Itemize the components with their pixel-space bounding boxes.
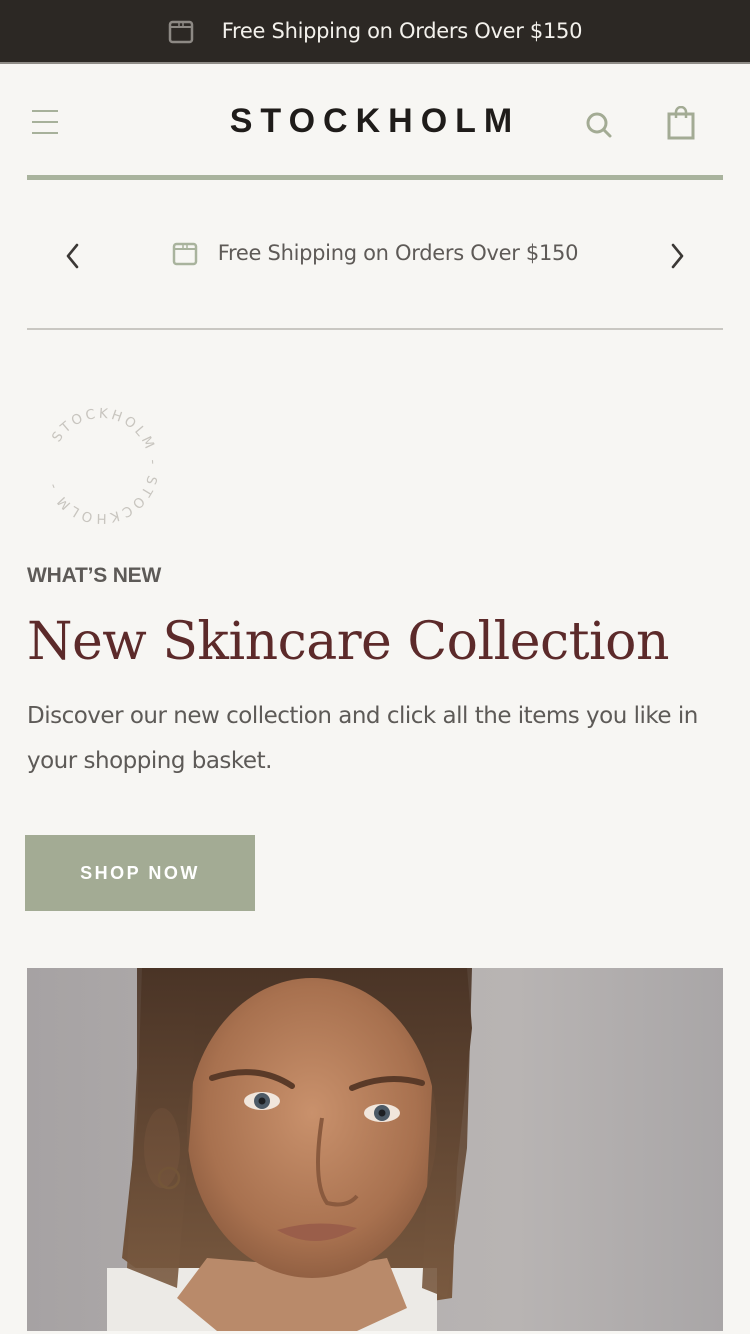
hero-image[interactable] [27,968,723,1331]
package-icon [172,242,198,266]
shipping-promo-text: Free Shipping on Orders Over $150 [221,19,583,43]
portrait-illustration [107,968,472,1331]
shopping-bag-icon[interactable] [666,105,696,144]
chevron-right-icon[interactable] [667,242,687,274]
shop-now-button[interactable]: SHOP NOW [25,835,255,911]
search-icon[interactable] [584,110,616,146]
shipping-promo-bar: Free Shipping on Orders Over $150 [0,0,750,64]
announcement-divider [27,328,723,330]
hero-description: Discover our new collection and click al… [27,703,698,774]
site-logo[interactable]: STOCKHOLM [0,102,750,141]
section-eyebrow: WHAT’S NEW [27,564,162,587]
site-header: STOCKHOLM [0,66,750,178]
circular-brand-badge: STOCKHOLM - STOCKHOLM - [40,405,162,527]
package-icon [168,20,194,44]
announcement-slide: Free Shipping on Orders Over $150 [27,240,723,266]
announcement-carousel: Free Shipping on Orders Over $150 [27,180,723,330]
badge-text: STOCKHOLM - STOCKHOLM - [44,406,161,526]
hero-title: New Skincare Collection [27,612,669,672]
announcement-text: Free Shipping on Orders Over $150 [217,241,579,265]
